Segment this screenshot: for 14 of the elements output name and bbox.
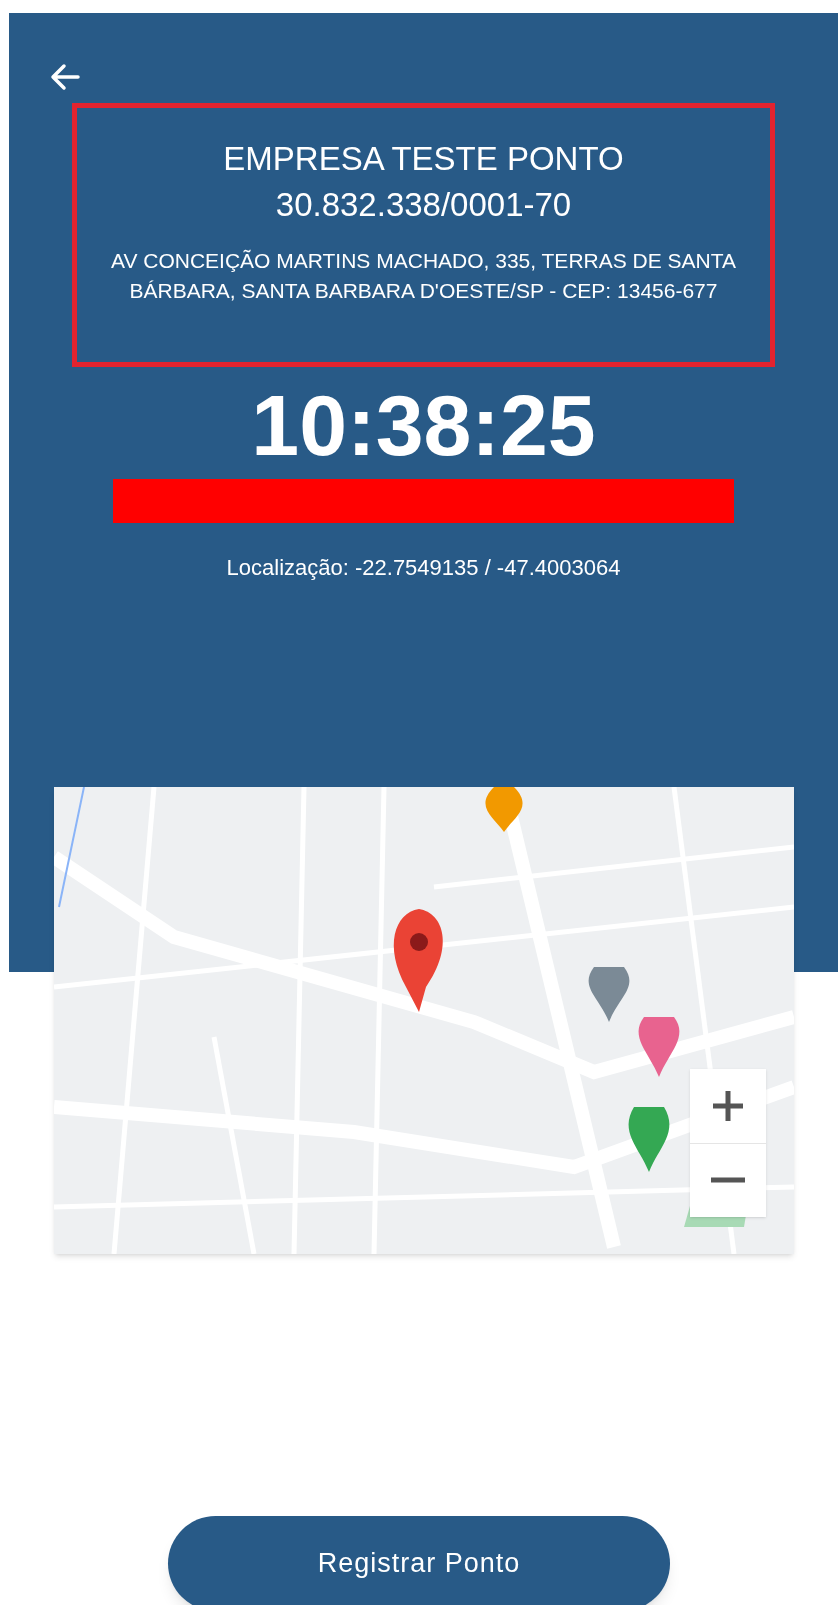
back-arrow-icon [49,63,81,91]
hotel-pin-icon [638,1017,679,1077]
minus-icon [710,1177,745,1184]
register-button[interactable]: Registrar Ponto [168,1516,670,1605]
plus-icon [710,1088,745,1123]
company-address: AV CONCEIÇÃO MARTINS MACHADO, 335, TERRAS DE SANTA BÁRBARA, SANTA BARBARA D'OESTE/SP - CEP: 13456-677 [109,248,738,304]
location-coordinates: Localização: -22.7549135 / -47.4003064 [226,554,621,582]
building-pin-icon [588,967,629,1022]
park-pin-icon [628,1107,669,1172]
company-name: EMPRESA TESTE PONTO [223,139,624,179]
restaurant-pin-icon [485,787,522,832]
company-cnpj: 30.832.338/0001-70 [275,185,572,225]
location-pin-icon [393,909,443,1012]
clock-time: 10:38:25 [251,376,596,475]
